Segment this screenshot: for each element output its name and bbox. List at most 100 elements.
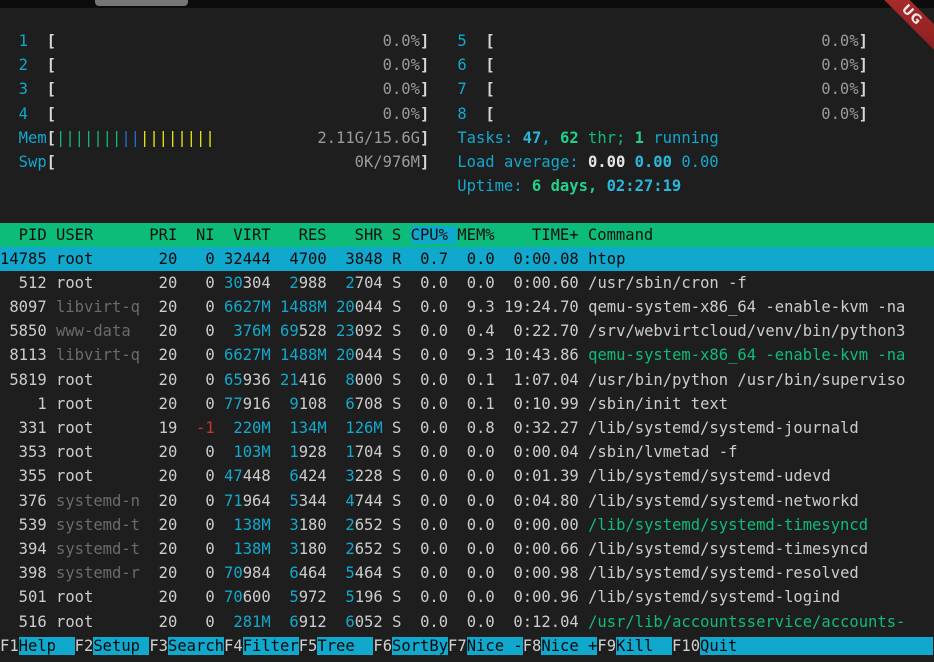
uptime-time: 02:27:19	[607, 177, 682, 195]
pid: 353	[0, 443, 47, 461]
swap-meter-value: 0K/976M	[56, 153, 420, 171]
priority: 20	[149, 371, 177, 389]
process-row-pid-1[interactable]: 1 root 20 0 77916 9108 6708 S 0.0 0.1 0:…	[0, 392, 934, 416]
process-row-pid-501[interactable]: 501 root 20 0 70600 5972 5196 S 0.0 0.0 …	[0, 585, 934, 609]
priority: 19	[149, 419, 177, 437]
priority: 20	[149, 298, 177, 316]
process-row-pid-5819[interactable]: 5819 root 20 0 65936 21416 8000 S 0.0 0.…	[0, 368, 934, 392]
pid: 1	[0, 395, 47, 413]
virt: 6627M	[224, 298, 271, 316]
cpu-meter-2-label: 2	[19, 56, 47, 74]
fkey-F10[interactable]: F10Quit	[672, 637, 933, 655]
pid: 539	[0, 516, 47, 534]
fkey-F2[interactable]: F2Setup	[75, 637, 150, 655]
cpu-percent: 0.0	[411, 346, 448, 364]
meter-bracket-open: [	[47, 56, 56, 74]
cpu-meter-6-value: 0.0%	[495, 56, 859, 74]
process-row-pid-398[interactable]: 398 systemd-r 20 0 70984 6464 5464 S 0.0…	[0, 561, 934, 585]
user: systemd-t	[56, 516, 149, 534]
priority: 20	[149, 467, 177, 485]
process-row-pid-539[interactable]: 539 systemd-t 20 0 138M 3180 2652 S 0.0 …	[0, 513, 934, 537]
fkey-F3[interactable]: F3Search	[149, 637, 224, 655]
cpu-percent: 0.0	[411, 613, 448, 631]
meter-bracket-open: [	[485, 105, 494, 123]
process-row-pid-5850[interactable]: 5850 www-data 20 0 376M 69528 23092 S 0.…	[0, 319, 934, 343]
nice: 0	[187, 250, 215, 268]
fkey-key-label: F3	[149, 637, 168, 655]
state: S	[392, 540, 401, 558]
fkey-F9[interactable]: F9Kill	[597, 637, 672, 655]
fkey-F6[interactable]: F6SortBy	[373, 637, 448, 655]
table-header-left[interactable]: PID USER PRI NI VIRT RES SHR S	[0, 226, 411, 244]
meter-bracket-close: ]	[859, 80, 868, 98]
process-row-pid-331[interactable]: 331 root 19 -1 220M 134M 126M S 0.0 0.8 …	[0, 416, 934, 440]
priority: 20	[149, 492, 177, 510]
shr: 1	[345, 443, 354, 461]
shr: 8	[345, 371, 354, 389]
fkey-key-label: F6	[373, 637, 392, 655]
nice: 0	[187, 371, 215, 389]
shr: 5	[345, 588, 354, 606]
nice: 0	[187, 564, 215, 582]
process-row-pid-394[interactable]: 394 systemd-t 20 0 138M 3180 2652 S 0.0 …	[0, 537, 934, 561]
res: 4	[289, 250, 298, 268]
cpu-meter-4-label: 4	[19, 105, 47, 123]
priority: 20	[149, 588, 177, 606]
process-row-pid-516[interactable]: 516 root 20 0 281M 6912 6052 S 0.0 0.0 0…	[0, 610, 934, 634]
process-row-pid-8113[interactable]: 8113 libvirt-q 20 0 6627M 1488M 20044 S …	[0, 343, 934, 367]
time-plus: 0:00.04	[504, 443, 579, 461]
process-row-pid-355[interactable]: 355 root 20 0 47448 6424 3228 S 0.0 0.0 …	[0, 464, 934, 488]
res: 1488M	[280, 346, 327, 364]
fkey-action-label: Tree	[317, 637, 373, 655]
mem-percent: 0.1	[457, 395, 494, 413]
table-header-sort-cpu[interactable]: CPU%	[411, 226, 458, 244]
cpu-percent: 0.0	[411, 467, 448, 485]
process-row-pid-512[interactable]: 512 root 20 0 30304 2988 2704 S 0.0 0.0 …	[0, 271, 934, 295]
shr: 2	[345, 516, 354, 534]
process-row-pid-8097[interactable]: 8097 libvirt-q 20 0 6627M 1488M 20044 S …	[0, 295, 934, 319]
user: root	[56, 371, 149, 389]
user: root	[56, 443, 149, 461]
swap-meter-load-row: Swp[ 0K/976M] Load average: 0.00 0.00 0.…	[0, 150, 934, 174]
command: /lib/systemd/systemd-journald	[588, 419, 859, 437]
shr: 5	[345, 564, 354, 582]
time-plus: 0:04.80	[504, 492, 579, 510]
pid: 394	[0, 540, 47, 558]
command: /srv/webvirtcloud/venv/bin/python3	[588, 322, 905, 340]
shr: 2	[345, 540, 354, 558]
res: 6	[289, 613, 298, 631]
state: S	[392, 322, 401, 340]
process-row-pid-353[interactable]: 353 root 20 0 103M 1928 1704 S 0.0 0.0 0…	[0, 440, 934, 464]
user: root	[56, 588, 149, 606]
command: /sbin/init text	[588, 395, 728, 413]
cpu-meter-5-label: 5	[457, 32, 485, 50]
fkey-F8[interactable]: F8Nice +	[523, 637, 598, 655]
priority: 20	[149, 564, 177, 582]
cpu-percent: 0.0	[411, 371, 448, 389]
fkey-F5[interactable]: F5Tree	[299, 637, 374, 655]
process-row-pid-14785[interactable]: 14785 root 20 0 32444 4700 3848 R 0.7 0.…	[0, 247, 934, 271]
res: 2	[289, 274, 298, 292]
cpu-meter-8-label: 8	[457, 105, 485, 123]
htop-terminal: 1 [ 0.0%] 5 [ 0.0%] 2 [ 0.0%] 6 [ 0.0%] …	[0, 29, 934, 658]
fkey-F4[interactable]: F4Filter	[224, 637, 299, 655]
fkey-F7[interactable]: F7Nice -	[448, 637, 523, 655]
user: root	[56, 274, 149, 292]
time-plus: 0:01.39	[504, 467, 579, 485]
command: /sbin/lvmetad -f	[588, 443, 737, 461]
fkey-F1[interactable]: F1Help	[0, 637, 75, 655]
command: qemu-system-x86_64 -enable-kvm -na	[588, 346, 905, 364]
res: 9	[289, 395, 298, 413]
fkey-action-label: SortBy	[392, 637, 448, 655]
command: htop	[588, 250, 625, 268]
user: systemd-t	[56, 540, 149, 558]
meter-bracket-close: ]	[420, 56, 429, 74]
load-5min: 0.00	[635, 153, 672, 171]
tasks-thread-count: 62	[560, 129, 579, 147]
fkey-key-label: F4	[224, 637, 243, 655]
cpu-percent: 0.0	[411, 588, 448, 606]
priority: 20	[149, 443, 177, 461]
table-header-right[interactable]: MEM% TIME+ Command	[457, 226, 933, 244]
process-row-pid-376[interactable]: 376 systemd-n 20 0 71964 5344 4744 S 0.0…	[0, 489, 934, 513]
user: root	[56, 613, 149, 631]
